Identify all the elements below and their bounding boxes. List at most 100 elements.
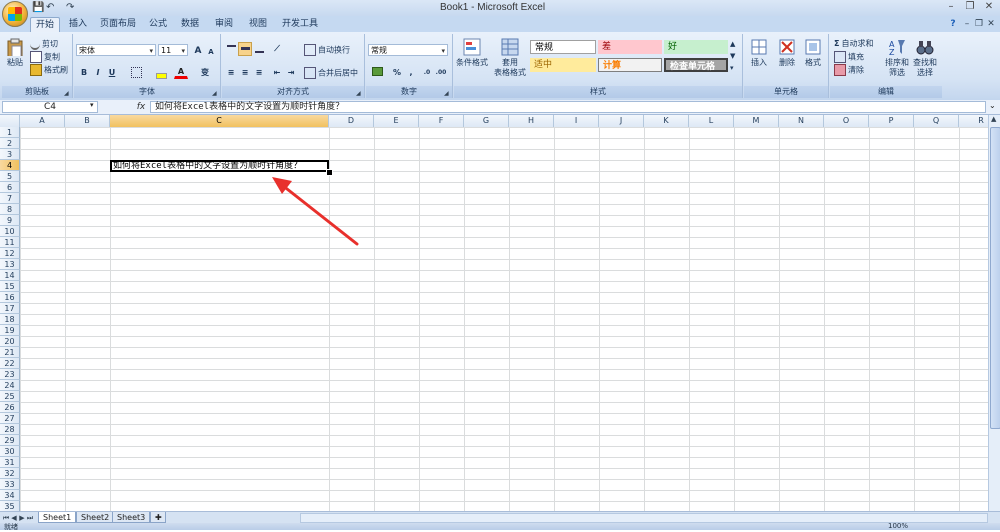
sort-filter-button[interactable]: AZ 排序和 筛选 xyxy=(884,38,910,78)
save-icon[interactable]: 💾 xyxy=(32,2,44,13)
dialog-launcher-icon[interactable]: ◢ xyxy=(444,91,450,97)
merge-center-button[interactable]: 合并后居中 xyxy=(304,67,358,79)
name-box[interactable]: C4 xyxy=(2,101,98,113)
insert-cells-button[interactable]: 插入 xyxy=(746,38,772,68)
copy-label: 复制 xyxy=(44,52,60,62)
last-sheet-icon[interactable]: ⏭ xyxy=(26,513,34,523)
style-calculation[interactable]: 计算 xyxy=(598,58,662,72)
currency-icon[interactable] xyxy=(370,66,384,80)
styles-more-icon[interactable]: ▾ xyxy=(730,64,734,72)
tab-formulas[interactable]: 公式 xyxy=(146,17,170,31)
cut-button[interactable]: 剪切 xyxy=(30,38,58,50)
font-size-combo[interactable]: 11 ▾ xyxy=(158,44,188,56)
align-bottom-icon[interactable] xyxy=(252,42,266,56)
vertical-scrollbar[interactable]: ▲ xyxy=(988,115,1000,511)
sheet-tab-sheet2[interactable]: Sheet2 xyxy=(76,512,115,523)
fill-button[interactable]: 填充 xyxy=(834,51,864,63)
tab-insert[interactable]: 插入 xyxy=(66,17,90,31)
style-check-cell[interactable]: 检查单元格 xyxy=(664,58,728,72)
increase-decimal-icon[interactable]: .0 xyxy=(420,66,434,80)
dialog-launcher-icon[interactable]: ◢ xyxy=(212,91,218,97)
wrap-text-button[interactable]: 自动换行 xyxy=(304,44,350,56)
worksheet-grid[interactable]: A B C D E F G H I J K L M N O P Q R 1234… xyxy=(0,115,988,511)
scroll-up-icon[interactable]: ▲ xyxy=(991,115,996,123)
next-sheet-icon[interactable]: ▶ xyxy=(18,513,26,523)
style-neutral[interactable]: 适中 xyxy=(530,58,596,72)
format-as-table-button[interactable]: 套用 表格格式 xyxy=(492,38,528,78)
cut-label: 剪切 xyxy=(42,39,58,49)
style-bad[interactable]: 差 xyxy=(598,40,662,54)
delete-cells-button[interactable]: 删除 xyxy=(774,38,800,68)
help-icon[interactable]: ? xyxy=(948,19,958,29)
scroll-thumb[interactable] xyxy=(990,127,1000,429)
ribbon-minimize-icon[interactable]: – xyxy=(962,19,972,29)
align-right-icon[interactable]: ≡ xyxy=(252,66,266,80)
underline-button[interactable]: U xyxy=(105,66,119,80)
expand-formula-bar-icon[interactable]: ⌄ xyxy=(989,101,996,110)
italic-button[interactable]: I xyxy=(91,66,105,80)
ribbon-restore-icon[interactable]: ❐ xyxy=(974,19,984,29)
percent-button[interactable]: % xyxy=(390,66,404,80)
autosum-button[interactable]: Σ 自动求和 xyxy=(834,38,873,49)
format-painter-button[interactable]: 格式刷 xyxy=(30,64,68,76)
style-normal[interactable]: 常规 xyxy=(530,40,596,54)
tab-review[interactable]: 审阅 xyxy=(212,17,236,31)
font-color-button[interactable]: A xyxy=(174,66,188,79)
decrease-decimal-icon[interactable]: .00 xyxy=(434,66,448,80)
formula-input[interactable]: 如何将Excel表格中的文字设置为顺时针角度？ xyxy=(150,101,986,113)
brush-icon xyxy=(30,64,42,76)
copy-button[interactable]: 复制 xyxy=(30,51,60,63)
dialog-launcher-icon[interactable]: ◢ xyxy=(356,91,362,97)
comma-button[interactable]: , xyxy=(404,66,418,80)
undo-icon[interactable]: ↶ xyxy=(46,2,54,13)
insert-sheet-icon[interactable]: ✚ xyxy=(150,512,166,523)
tab-page-layout[interactable]: 页面布局 xyxy=(98,17,138,31)
grow-font-button[interactable]: A xyxy=(191,44,205,58)
close-button[interactable]: ✕ xyxy=(980,1,998,14)
cells-group-label: 单元格 xyxy=(744,86,828,98)
ribbon-tabs: 开始 插入 页面布局 公式 数据 审阅 视图 开发工具 ? – ❐ ✕ xyxy=(0,16,1000,32)
orientation-icon[interactable]: ⟋ xyxy=(270,42,284,56)
shrink-font-button[interactable]: A xyxy=(204,45,218,59)
bold-button[interactable]: B xyxy=(77,66,91,80)
office-button[interactable] xyxy=(2,1,28,27)
font-name-combo[interactable]: 宋体 ▾ xyxy=(76,44,156,56)
dialog-launcher-icon[interactable]: ◢ xyxy=(64,91,70,97)
number-format-combo[interactable]: 常规 ▾ xyxy=(368,44,448,56)
fill-color-button[interactable] xyxy=(154,66,168,80)
border-button[interactable] xyxy=(129,66,143,80)
redo-icon[interactable]: ↷ xyxy=(66,2,74,13)
format-cells-button[interactable]: 格式 xyxy=(800,38,826,68)
sheet-tab-sheet3[interactable]: Sheet3 xyxy=(112,512,151,523)
status-bar: 就绪 100% xyxy=(0,522,1000,531)
tab-view[interactable]: 视图 xyxy=(246,17,270,31)
align-middle-icon[interactable] xyxy=(238,42,252,56)
ribbon-close-icon[interactable]: ✕ xyxy=(986,19,996,29)
style-good[interactable]: 好 xyxy=(664,40,728,54)
sheet-tab-sheet1[interactable]: Sheet1 xyxy=(38,512,77,523)
styles-scroll-down-icon[interactable]: ▼ xyxy=(730,52,735,60)
increase-indent-icon[interactable]: ⇥ xyxy=(284,66,298,80)
align-center-icon[interactable]: ≡ xyxy=(238,66,252,80)
phonetic-button[interactable]: 变 xyxy=(196,66,214,80)
clear-button[interactable]: 清除 xyxy=(834,64,864,76)
paste-button[interactable]: 粘贴 xyxy=(4,38,26,68)
conditional-format-button[interactable]: 条件格式 xyxy=(454,38,490,68)
styles-scroll-up-icon[interactable]: ▲ xyxy=(730,40,735,48)
align-left-icon[interactable]: ≡ xyxy=(224,66,238,80)
delete-cells-label: 删除 xyxy=(779,58,795,67)
tab-developer[interactable]: 开发工具 xyxy=(280,17,320,31)
name-box-dropdown-icon[interactable]: ▾ xyxy=(90,101,94,109)
tab-home[interactable]: 开始 xyxy=(30,17,60,32)
find-select-button[interactable]: 查找和 选择 xyxy=(912,38,938,78)
restore-button[interactable]: ❐ xyxy=(961,1,979,14)
zoom-level[interactable]: 100% xyxy=(888,522,908,530)
minimize-button[interactable]: – xyxy=(942,1,960,14)
format-cells-icon xyxy=(805,39,821,55)
horizontal-scrollbar[interactable] xyxy=(300,513,988,523)
insert-function-button[interactable]: fx xyxy=(134,101,148,113)
decrease-indent-icon[interactable]: ⇤ xyxy=(270,66,284,80)
cells-group: 插入 删除 格式 单元格 xyxy=(744,34,829,98)
tab-data[interactable]: 数据 xyxy=(178,17,202,31)
align-top-icon[interactable] xyxy=(224,42,238,56)
